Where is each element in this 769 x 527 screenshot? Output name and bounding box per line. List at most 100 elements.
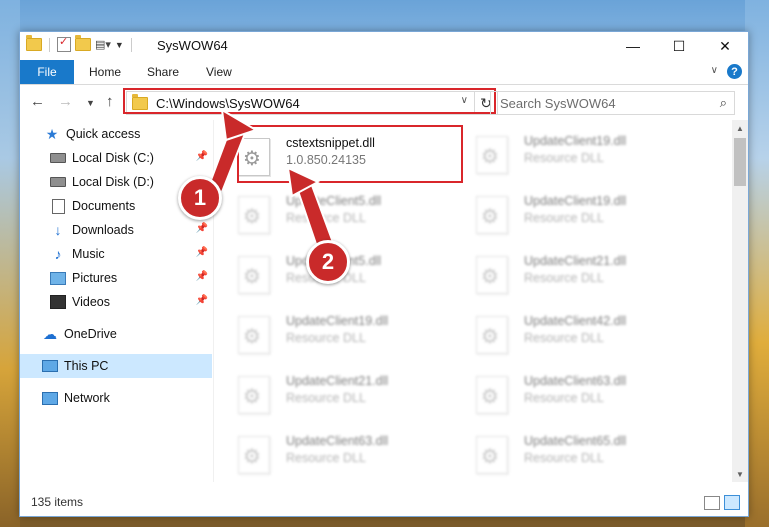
file-highlight-box bbox=[237, 125, 463, 183]
file-name: UpdateClient5.dll bbox=[286, 194, 382, 208]
sidebar-item-network[interactable]: Network bbox=[20, 386, 212, 410]
disk-icon bbox=[50, 151, 66, 165]
minimize-icon: — bbox=[626, 38, 640, 54]
file-item[interactable]: UpdateClient63.dll Resource DLL bbox=[454, 364, 684, 420]
details-view-icon[interactable] bbox=[704, 496, 720, 510]
scroll-up-icon[interactable]: ▲ bbox=[732, 120, 748, 136]
qat-dropdown-icon[interactable]: ▼ bbox=[115, 40, 124, 50]
file-name: UpdateClient63.dll bbox=[286, 434, 389, 448]
sidebar-item-label: Downloads bbox=[72, 223, 134, 237]
back-arrow-icon[interactable]: ← bbox=[30, 93, 45, 110]
file-item[interactable]: UpdateClient5.dll Resource DLL bbox=[216, 184, 446, 240]
minimize-button[interactable]: — bbox=[610, 32, 656, 60]
dll-file-icon bbox=[476, 316, 508, 354]
up-arrow-icon[interactable]: ↑ bbox=[106, 93, 114, 110]
dll-file-icon bbox=[476, 196, 508, 234]
file-item[interactable]: UpdateClient19.dll Resource DLL bbox=[454, 124, 684, 180]
tab-share[interactable]: Share bbox=[147, 60, 179, 84]
callout-step-2: 2 bbox=[306, 240, 350, 284]
sidebar-item-label: OneDrive bbox=[64, 327, 117, 341]
tab-view[interactable]: View bbox=[206, 60, 232, 84]
folder-icon bbox=[26, 35, 42, 51]
file-type: Resource DLL bbox=[286, 451, 366, 465]
file-type: Resource DLL bbox=[524, 331, 604, 345]
dll-file-icon bbox=[476, 436, 508, 474]
new-folder-icon[interactable] bbox=[75, 35, 91, 51]
dll-file-icon bbox=[238, 376, 270, 414]
toolbar-divider bbox=[130, 37, 132, 52]
sidebar-item-local-disk-c[interactable]: Local Disk (C:) 📌 bbox=[20, 146, 212, 170]
scroll-down-icon[interactable]: ▼ bbox=[732, 466, 748, 482]
sidebar-item-quick-access[interactable]: ★ Quick access bbox=[20, 122, 212, 146]
file-item[interactable]: UpdateClient65.dll Resource DLL bbox=[454, 424, 684, 480]
scrollbar-thumb[interactable] bbox=[734, 138, 746, 186]
sidebar-item-pictures[interactable]: Pictures 📌 bbox=[20, 266, 212, 290]
sidebar-item-this-pc[interactable]: This PC bbox=[20, 354, 212, 378]
file-item[interactable]: UpdateClient63.dll Resource DLL bbox=[216, 424, 446, 480]
file-name: UpdateClient65.dll bbox=[524, 434, 627, 448]
file-item[interactable]: UpdateClient19.dll Resource DLL bbox=[216, 304, 446, 360]
disk-icon bbox=[50, 175, 66, 189]
desktop-wallpaper-left bbox=[0, 0, 20, 527]
search-icon: ⌕ bbox=[719, 95, 727, 110]
file-type: Resource DLL bbox=[524, 151, 604, 165]
sidebar-item-label: This PC bbox=[64, 359, 109, 373]
pin-icon[interactable]: 📌 bbox=[196, 247, 208, 258]
file-type: Resource DLL bbox=[524, 391, 604, 405]
dll-file-icon bbox=[476, 376, 508, 414]
sidebar-item-label: Documents bbox=[72, 199, 136, 213]
large-icons-view-icon[interactable] bbox=[724, 495, 740, 510]
sidebar-item-onedrive[interactable]: ☁ OneDrive bbox=[20, 322, 212, 346]
sidebar-item-downloads[interactable]: ↓ Downloads 📌 bbox=[20, 218, 212, 242]
search-input[interactable]: Search SysWOW64 ⌕ bbox=[490, 91, 735, 115]
maximize-icon: ☐ bbox=[672, 37, 686, 54]
pane-divider bbox=[213, 120, 214, 482]
sidebar-item-videos[interactable]: Videos 📌 bbox=[20, 290, 212, 314]
file-item[interactable]: UpdateClient19.dll Resource DLL bbox=[454, 184, 684, 240]
sidebar-item-music[interactable]: ♪ Music 📌 bbox=[20, 242, 212, 266]
expand-ribbon-icon[interactable]: ∨ bbox=[711, 65, 718, 76]
videos-icon bbox=[50, 295, 66, 309]
callout-step-1: 1 bbox=[178, 176, 222, 220]
maximize-button[interactable]: ☐ bbox=[656, 32, 702, 60]
tab-home[interactable]: Home bbox=[89, 60, 121, 84]
sidebar-item-label: Local Disk (D:) bbox=[72, 175, 154, 189]
music-icon: ♪ bbox=[54, 246, 62, 262]
file-type: Resource DLL bbox=[524, 211, 604, 225]
pin-icon[interactable]: 📌 bbox=[196, 151, 208, 162]
window-title: SysWOW64 bbox=[157, 38, 228, 53]
file-name: UpdateClient19.dll bbox=[524, 134, 627, 148]
tab-file[interactable]: File bbox=[20, 60, 74, 84]
file-item[interactable]: UpdateClient42.dll Resource DLL bbox=[454, 304, 684, 360]
ribbon-tabs: File Home Share View ∨ ? bbox=[20, 60, 748, 85]
customize-qat-icon[interactable]: ▤▾ bbox=[95, 38, 111, 51]
downloads-icon: ↓ bbox=[54, 222, 62, 238]
sidebar-item-label: Quick access bbox=[66, 127, 141, 141]
recent-locations-icon[interactable]: ▼ bbox=[86, 98, 95, 108]
sidebar-item-label: Pictures bbox=[72, 271, 118, 285]
star-icon: ★ bbox=[45, 125, 59, 142]
quick-access-toolbar: ▤▾ ▼ bbox=[26, 35, 135, 52]
pin-icon[interactable]: 📌 bbox=[196, 223, 208, 234]
forward-arrow-icon[interactable]: → bbox=[58, 93, 73, 110]
help-icon[interactable]: ? bbox=[727, 64, 742, 79]
sidebar-item-label: Music bbox=[72, 247, 105, 261]
file-name: UpdateClient42.dll bbox=[524, 314, 627, 328]
toolbar-divider bbox=[49, 37, 50, 52]
file-type: Resource DLL bbox=[286, 391, 366, 405]
pin-icon[interactable]: 📌 bbox=[196, 295, 208, 306]
dll-file-icon bbox=[476, 256, 508, 294]
pin-icon[interactable]: 📌 bbox=[196, 271, 208, 282]
file-item[interactable]: UpdateClient21.dll Resource DLL bbox=[216, 364, 446, 420]
file-item[interactable]: UpdateClient21.dll Resource DLL bbox=[454, 244, 684, 300]
properties-icon[interactable] bbox=[57, 35, 71, 52]
search-placeholder: Search SysWOW64 bbox=[500, 95, 616, 111]
file-name: UpdateClient21.dll bbox=[286, 374, 389, 388]
dll-file-icon bbox=[238, 256, 270, 294]
onedrive-icon: ☁ bbox=[43, 325, 57, 342]
item-count: 135 items bbox=[31, 495, 84, 509]
file-name: UpdateClient63.dll bbox=[524, 374, 627, 388]
vertical-scrollbar[interactable]: ▲ ▼ bbox=[732, 120, 748, 482]
close-button[interactable]: ✕ bbox=[702, 32, 748, 60]
navigation-bar: ← → ▼ ↑ C:\Windows\SysWOW64 ∨ ↻ Search S… bbox=[20, 85, 748, 119]
